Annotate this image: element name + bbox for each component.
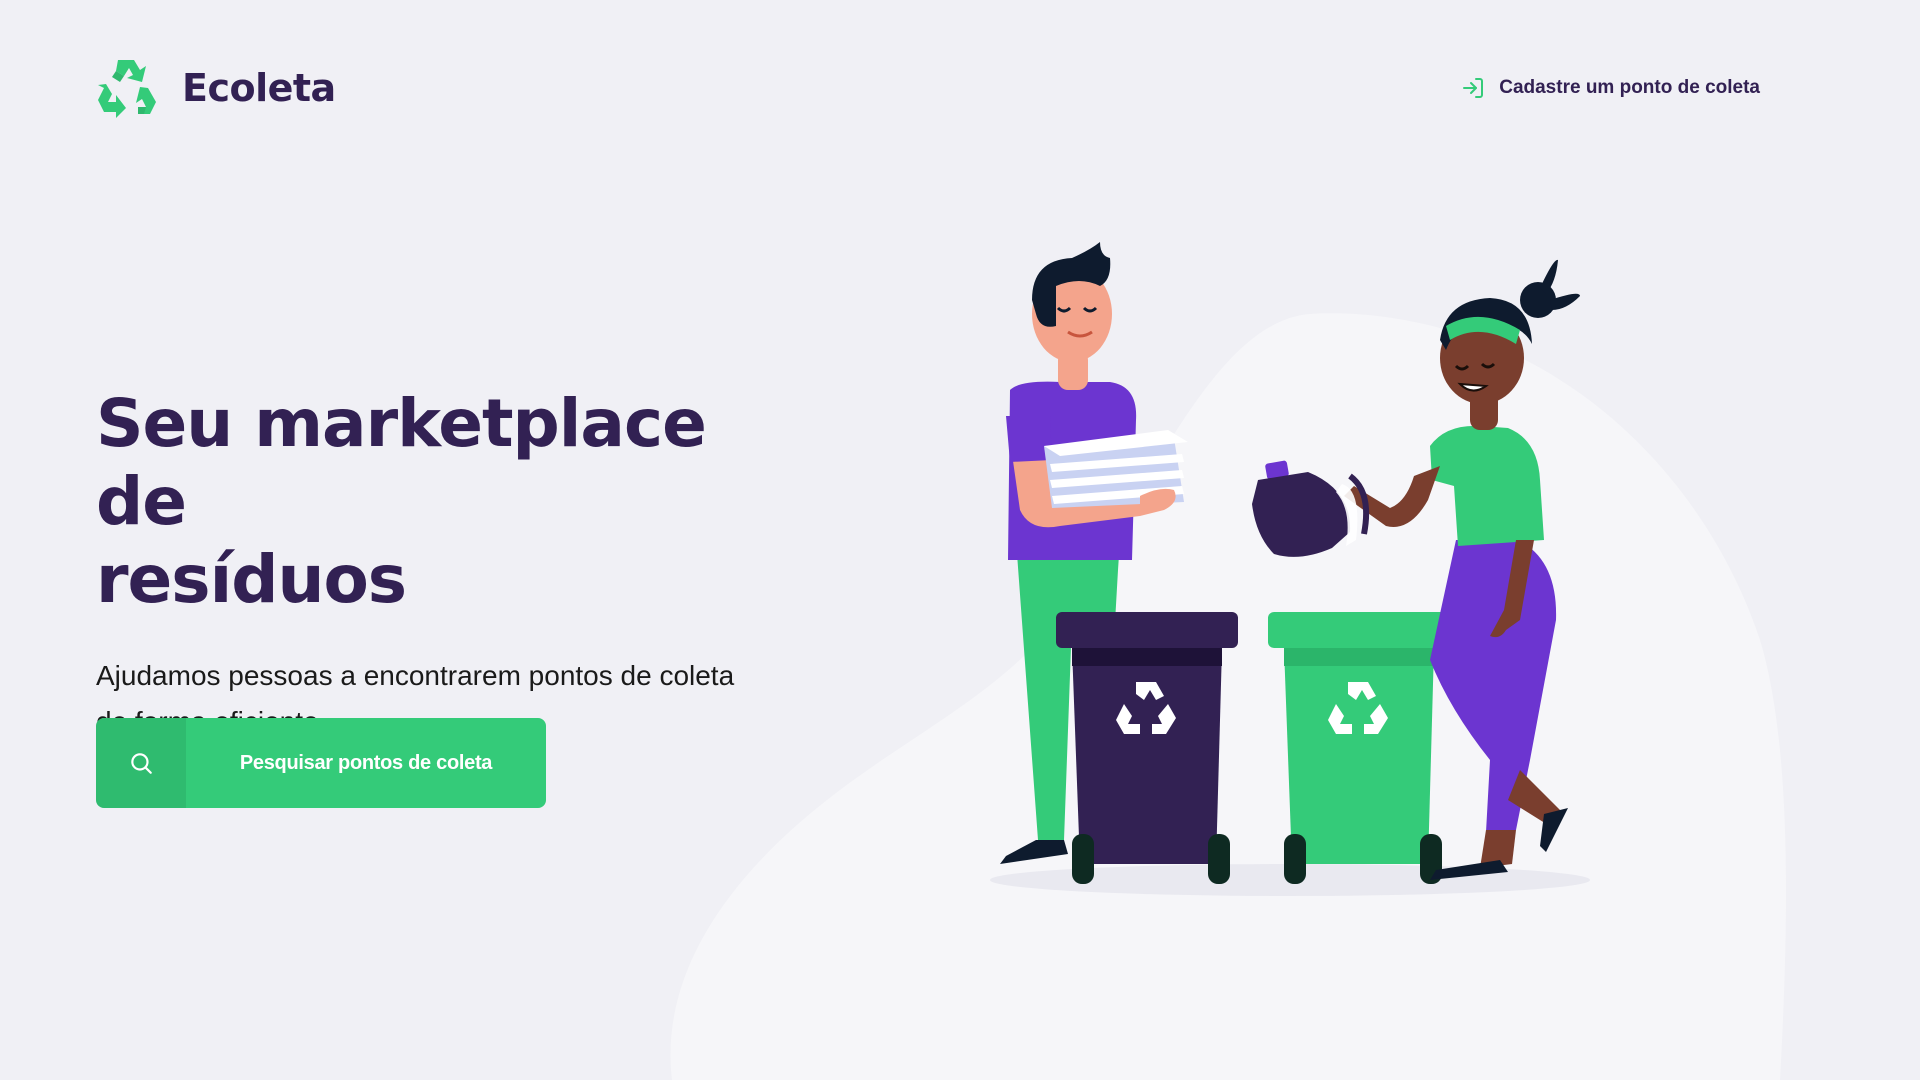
search-icon-box [96, 718, 186, 808]
search-points-button[interactable]: Pesquisar pontos de coleta [96, 718, 546, 808]
home-page: Ecoleta Cadastre um ponto de coleta Seu … [0, 0, 1920, 1080]
dark-recycling-bin [1056, 612, 1238, 884]
hero-section: Seu marketplace de resíduos Ajudamos pes… [96, 385, 816, 745]
header: Ecoleta Cadastre um ponto de coleta [96, 56, 1824, 120]
hero-description-line1: Ajudamos pessoas a encontrarem pontos de… [96, 660, 735, 691]
recycling-people-illustration [990, 242, 1590, 896]
recycle-icon [98, 60, 156, 118]
hero-title-line2: resíduos [96, 541, 407, 618]
bottle [1252, 460, 1370, 557]
register-point-link[interactable]: Cadastre um ponto de coleta [1461, 76, 1824, 100]
hero-title: Seu marketplace de resíduos [96, 385, 816, 619]
logo[interactable]: Ecoleta [96, 58, 336, 118]
register-point-label: Cadastre um ponto de coleta [1499, 77, 1760, 98]
log-in-icon [1463, 78, 1484, 98]
search-icon [131, 753, 152, 774]
green-recycling-bin [1268, 612, 1450, 884]
search-points-label: Pesquisar pontos de coleta [239, 751, 493, 774]
hero-title-line1: Seu marketplace de [96, 385, 707, 540]
app-name: Ecoleta [182, 66, 336, 110]
